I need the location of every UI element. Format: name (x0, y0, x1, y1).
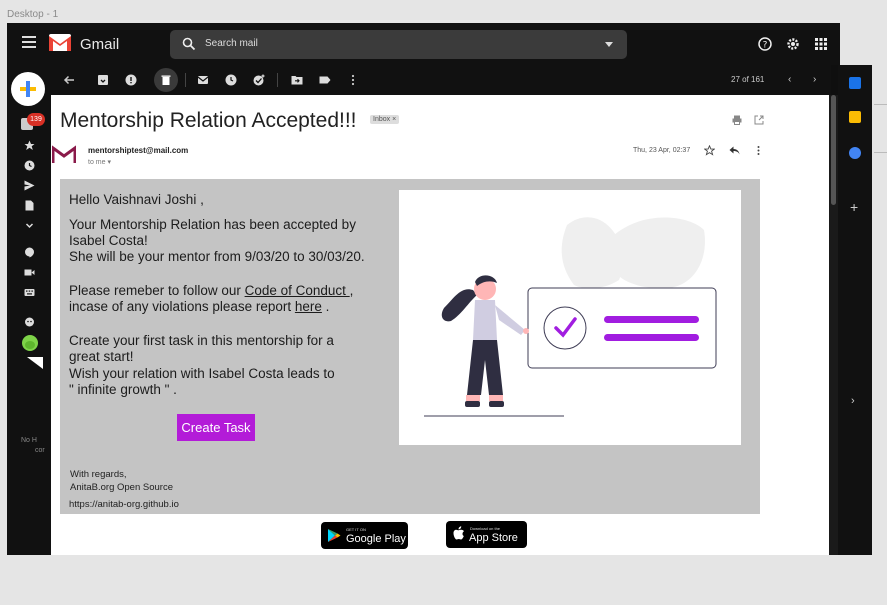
delete-button[interactable] (154, 68, 178, 92)
message-more-icon[interactable] (753, 145, 764, 156)
create-task-button[interactable]: Create Task (177, 414, 255, 441)
greeting-text: Hello Vaishnavi Joshi , (69, 192, 204, 207)
body-line: incase of any violations please report h… (69, 299, 330, 314)
google-play-small-text: GET IT ON (346, 527, 366, 532)
unread-badge: 139 (27, 113, 45, 126)
contact-chat-icon[interactable] (27, 357, 43, 369)
label-icon[interactable] (319, 74, 331, 86)
report-spam-icon[interactable] (125, 74, 137, 86)
rail-status-text: No H cor (21, 437, 45, 454)
hamburger-icon[interactable] (22, 36, 36, 48)
reply-icon[interactable] (729, 145, 740, 156)
keep-icon[interactable] (849, 111, 861, 123)
hangouts-icon[interactable] (24, 247, 35, 258)
svg-text:?: ? (763, 41, 768, 51)
report-here-link[interactable]: here (295, 299, 322, 314)
expand-panel-icon[interactable]: › (851, 395, 855, 407)
search-input[interactable]: Search mail (170, 30, 627, 59)
sender-logo-icon (52, 145, 76, 163)
google-play-label: Google Play (346, 533, 406, 545)
apple-icon (453, 526, 464, 540)
sender-email[interactable]: mentorshiptest@mail.com (88, 146, 188, 155)
starred-icon[interactable] (24, 140, 35, 151)
chevron-left-icon[interactable]: ‹ (788, 74, 791, 85)
pagination-text: 27 of 161 (731, 75, 765, 84)
drafts-icon[interactable] (24, 200, 35, 211)
code-of-conduct-link[interactable]: Code of Conduct (245, 283, 350, 298)
recipient-details[interactable]: to me ▾ (88, 158, 111, 166)
help-icon[interactable]: ? (758, 37, 772, 51)
mark-unread-icon[interactable] (197, 74, 209, 86)
open-new-window-icon[interactable] (754, 115, 764, 125)
app-store-badge[interactable]: Download on the App Store (446, 521, 527, 548)
org-name: AnitaB.org Open Source (70, 482, 173, 493)
org-url-link[interactable]: https://anitab-org.github.io (69, 499, 179, 510)
frame-label: Desktop - 1 (7, 9, 59, 20)
regards-text: With regards, (70, 469, 127, 480)
sent-icon[interactable] (24, 180, 35, 191)
meet-video-icon[interactable] (24, 267, 35, 278)
snooze-icon[interactable] (225, 74, 237, 86)
app-store-small-text: Download on the (470, 526, 501, 531)
trash-icon (161, 75, 171, 85)
add-task-icon[interactable] (253, 74, 265, 86)
app-store-label: App Store (469, 532, 518, 544)
woman-checklist-illustration (424, 217, 717, 417)
message-subject: Mentorship Relation Accepted!!! (60, 109, 357, 132)
keyboard-icon[interactable] (24, 287, 35, 298)
task-illustration (399, 190, 741, 445)
more-chevron-icon[interactable] (24, 220, 35, 231)
email-content-card: Hello Vaishnavi Joshi , Your Mentorship … (60, 179, 760, 514)
gear-icon[interactable] (786, 37, 800, 51)
inbox-label-chip[interactable]: Inbox × (370, 115, 400, 124)
chat-status-icon[interactable] (24, 317, 35, 328)
gmail-logo-icon[interactable] (49, 34, 71, 51)
top-bar: Gmail Search mail ? (7, 23, 840, 65)
message-scrollbar[interactable] (829, 95, 838, 555)
message-pane: Mentorship Relation Accepted!!! Inbox × … (51, 95, 829, 555)
body-line: Isabel Costa! (69, 233, 148, 248)
app-name: Gmail (80, 36, 120, 53)
star-icon[interactable] (704, 145, 715, 156)
message-toolbar: 27 of 161 ‹ › (51, 65, 831, 95)
side-panel: + › (838, 65, 872, 555)
body-line: Please remeber to follow our Code of Con… (69, 283, 354, 298)
snoozed-icon[interactable] (24, 160, 35, 171)
search-options-icon[interactable] (605, 42, 613, 47)
move-to-folder-icon[interactable] (291, 74, 303, 86)
archive-icon[interactable] (97, 74, 109, 86)
apps-grid-icon[interactable] (814, 37, 828, 51)
body-line: She will be your mentor from 9/03/20 to … (69, 249, 365, 264)
chevron-right-icon[interactable]: › (813, 74, 816, 85)
search-placeholder: Search mail (205, 38, 258, 49)
google-play-badge[interactable]: GET IT ON Google Play (321, 522, 408, 549)
body-line: Create your first task in this mentorshi… (69, 333, 334, 348)
add-addon-icon[interactable]: + (850, 200, 858, 214)
message-date: Thu, 23 Apr, 02:37 (633, 147, 691, 154)
tasks-icon[interactable] (849, 147, 861, 159)
google-play-icon (328, 529, 341, 542)
left-nav-rail: 139 No H cor (7, 65, 51, 555)
calendar-icon[interactable] (849, 77, 861, 89)
contact-avatar[interactable] (22, 335, 38, 351)
more-vert-icon[interactable] (347, 74, 359, 86)
print-icon[interactable] (732, 115, 742, 125)
search-icon (182, 37, 196, 51)
body-line: great start! (69, 349, 134, 364)
body-line: Wish your relation with Isabel Costa lea… (69, 366, 335, 381)
body-line: " infinite growth " . (69, 382, 177, 397)
body-line: Your Mentorship Relation has been accept… (69, 217, 356, 232)
back-arrow-icon[interactable] (63, 74, 75, 86)
compose-button[interactable] (11, 72, 45, 106)
